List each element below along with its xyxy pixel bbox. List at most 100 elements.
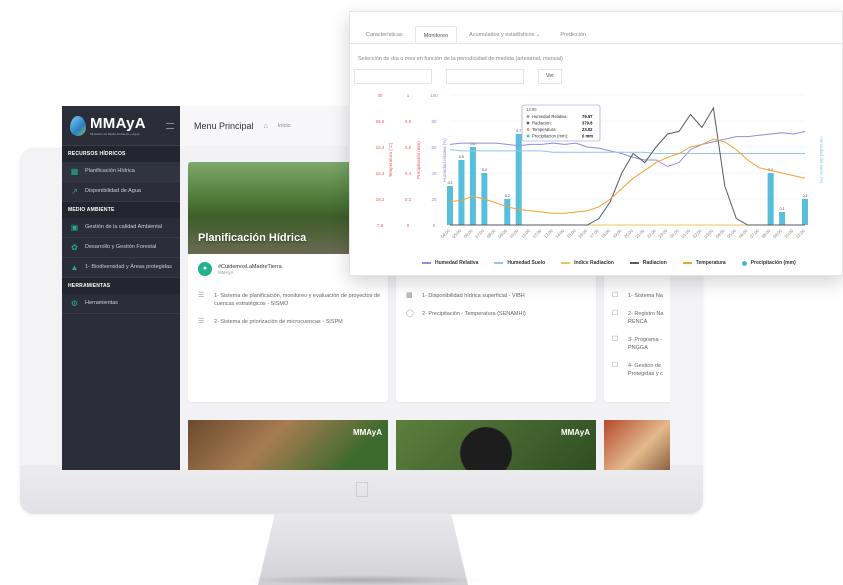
list-item-label: 2- Registro Na RENCA (628, 311, 664, 325)
sidebar-item-disponibilidad[interactable]: ↗ Disponibilidad de Agua (62, 182, 180, 202)
list-item[interactable]: ☰ 2- Sistema de priorización de microcue… (198, 318, 380, 326)
axis-tick-label: 0.4 (405, 171, 412, 176)
grid-icon: ▦ (70, 167, 79, 176)
legend-label: Temperatura (695, 260, 726, 266)
axis-tick-label: 100 (430, 93, 438, 98)
x-tick-label: 00:00 (669, 228, 680, 239)
shield-icon: ☐ (612, 310, 619, 317)
mountain-icon: ▲ (70, 263, 79, 272)
list-item-label: 3- Programa - PNGGA (628, 337, 662, 351)
x-tick-label: 05:00 (726, 228, 737, 239)
x-tick-label: 18:00 (600, 228, 611, 239)
brand-name: MMAyA (90, 115, 146, 132)
x-tick-label: 20:00 (623, 228, 634, 239)
shield-icon: ☐ (612, 292, 619, 299)
tooltip-dot (526, 121, 530, 125)
tooltip-value: 0 mm (582, 134, 593, 139)
sidebar-item-label: Disponibilidad de Agua (85, 188, 141, 194)
list-item[interactable]: ☐ 4- Gestion de Protegidas y c (612, 362, 670, 378)
legend-swatch (422, 262, 431, 264)
apple-icon:  (351, 478, 373, 502)
list-item-label: 1- Sistema de planificación, monitoreo y… (214, 293, 381, 307)
tooltip-dot (526, 128, 530, 131)
bar-data-label: 0.3 (448, 181, 453, 185)
gear-icon: ⚙ (70, 299, 79, 308)
legend-item[interactable]: Indice Radiacion (561, 260, 614, 266)
axis-tick-label: 0.6 (405, 145, 412, 150)
photo-pine-cones[interactable]: MMAyA (188, 420, 388, 470)
legend-swatch (561, 262, 571, 264)
x-tick-label: 02:00 (692, 228, 703, 239)
photo-watermark: MMAyA (352, 428, 382, 437)
home-icon[interactable]: ⌂ (264, 123, 268, 130)
legend-item[interactable]: Humedad Suelo (494, 260, 545, 266)
tooltip-time: 13:00 (526, 107, 537, 112)
x-tick-label: 16:00 (577, 228, 588, 239)
x-tick-label: 06:00 (463, 228, 474, 239)
series-line (450, 106, 805, 226)
sidebar-item-calidad-ambiental[interactable]: ▣ Gestión de la calidad Ambiental (62, 218, 180, 238)
list-item-label: 1- Sistema Na (628, 293, 663, 299)
monitoring-panel: Características Monitoreo Acumulados y e… (349, 11, 843, 276)
x-tick-label: 22:00 (646, 228, 657, 239)
list-item-label: 2- Precipitación - Temperatura (SENAMHI) (422, 311, 526, 317)
sidebar-item-biodiversidad[interactable]: ▲ 1- Biodiversidad y Áreas protegidas (62, 258, 180, 278)
imac-mockup-scene:  MMAyA Ministerio de Medio Ambiente y A… (0, 0, 843, 585)
axis-tick-label: 26.6 (376, 119, 385, 124)
legend-swatch (494, 262, 504, 264)
axis-title: Humedad del suelo (%) (819, 136, 824, 184)
list-item[interactable]: ☐ 1- Sistema Na (612, 292, 670, 300)
list-item[interactable]: ☰ 1- Sistema de planificación, monitoreo… (198, 292, 380, 308)
photo-people[interactable] (604, 420, 670, 470)
precipitation-bar (779, 212, 786, 225)
list-item[interactable]: ▩ 1- Disponibilidad hídrica superficial … (406, 292, 588, 300)
bar-data-label: 0.2 (803, 194, 808, 198)
list-item-label: 2- Sistema de priorización de microcuenc… (214, 319, 343, 325)
brand-logo-icon (70, 115, 86, 136)
legend-item[interactable]: Radiacion (629, 260, 667, 266)
axis-title: Temperatura (°C) (388, 142, 393, 177)
bar-data-label: 0.4 (482, 168, 487, 172)
photo-spectacled-bear[interactable]: MMAyA (396, 420, 596, 470)
axis-tick-label: 7.8 (377, 223, 384, 228)
axis-tick-label: 40 (431, 171, 437, 176)
axis-tick-label: 22.4 (376, 171, 385, 176)
x-tick-label: 01:00 (680, 228, 691, 239)
legend-item[interactable]: Precipitación (mm) (741, 260, 796, 266)
x-tick-label: 17:00 (589, 228, 600, 239)
sidebar-item-label: 1- Biodiversidad y Áreas protegidas (85, 264, 172, 270)
list-item[interactable]: ☐ 2- Registro Na RENCA (612, 310, 670, 326)
axis-tick-label: 30 (377, 93, 383, 98)
tooltip-value: 79.57 (582, 114, 593, 119)
precipitation-bar (458, 160, 465, 225)
card-author: MMAyA (218, 269, 234, 275)
sidebar-item-forestal[interactable]: ✿ Desarrollo y Gestión Forestal (62, 238, 180, 258)
brand[interactable]: MMAyA Ministerio de Medio Ambiente y Agu… (62, 106, 180, 146)
sidebar-item-herramientas[interactable]: ⚙ Herramientas (62, 294, 180, 314)
legend-item[interactable]: Humedad Relativa (422, 260, 478, 266)
shield-icon: ☐ (612, 336, 619, 343)
breadcrumb[interactable]: Inicio (278, 123, 291, 129)
x-tick-label: 08:00 (760, 228, 771, 239)
legend-swatch (682, 262, 692, 264)
card-link-list: ☰ 1- Sistema de planificación, monitoreo… (198, 292, 380, 336)
list-item[interactable]: ☐ 3- Programa - PNGGA (612, 336, 670, 352)
legend-item[interactable]: Temperatura (682, 260, 726, 266)
card-tag: ● #CuidemosLaMadreTierra MMAyA (198, 262, 282, 276)
sidebar-item-label: Planificación Hídrica (85, 168, 135, 174)
menu-toggle-icon[interactable] (166, 122, 174, 129)
x-tick-label: 04:00 (440, 228, 451, 239)
lock-icon: ▣ (70, 223, 79, 232)
axis-tick-label: 0.2 (405, 197, 412, 202)
tooltip-label: Precipitacion (mm): (532, 134, 568, 139)
x-tick-label: 09:00 (497, 228, 508, 239)
axis-tick-label: 20 (431, 197, 437, 202)
list-item[interactable]: ◯ 2- Precipitación - Temperatura (SENAMH… (406, 310, 588, 318)
x-tick-label: 04:00 (715, 228, 726, 239)
sidebar-item-planificacion[interactable]: ▦ Planificación Hídrica (62, 162, 180, 182)
axis-tick-label: 80 (431, 119, 437, 124)
x-tick-label: 19:00 (612, 228, 623, 239)
sidebar-section-recursos: RECURSOS HÍDRICOS (62, 146, 180, 162)
x-tick-label: 15:00 (566, 228, 577, 239)
axis-title: Humedad relativa (%) (442, 138, 447, 182)
